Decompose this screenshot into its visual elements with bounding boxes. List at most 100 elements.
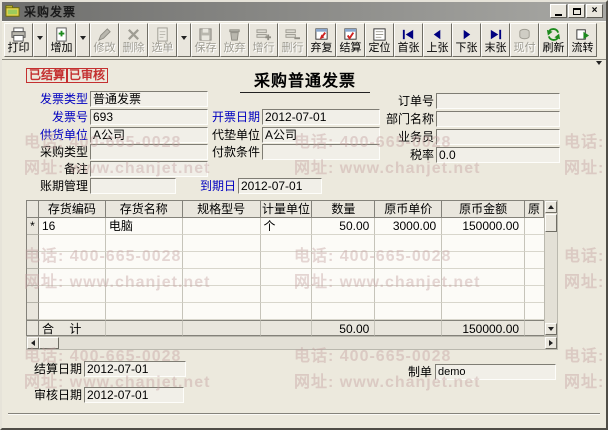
scroll-left-button[interactable] (27, 337, 39, 349)
remarks-field[interactable] (90, 161, 208, 177)
cash-pay-button[interactable]: 现付 (510, 23, 539, 57)
flow-button[interactable]: 流转 (568, 23, 597, 57)
last-record-button[interactable]: 末张 (481, 23, 510, 57)
modify-button[interactable]: 修改 (90, 23, 119, 57)
maker-field[interactable]: demo (435, 364, 556, 380)
empty-row[interactable] (27, 269, 545, 286)
settle-button[interactable]: 结算 (336, 23, 365, 57)
pencil-icon (98, 28, 111, 41)
select-order-button[interactable]: 选单 (148, 23, 177, 57)
chevron-down-icon (80, 36, 86, 43)
next-record-button[interactable]: 下张 (452, 23, 481, 57)
coins-icon (519, 28, 530, 40)
purchase-type-label: 采购类型 (39, 145, 88, 159)
col-price[interactable]: 原币单价 (375, 201, 443, 218)
cell-partial[interactable] (525, 218, 544, 235)
cell-amount[interactable]: 150000.00 (442, 218, 526, 235)
close-button[interactable]: × (586, 4, 603, 18)
toolbar-overflow-button[interactable] (594, 59, 604, 69)
invoice-date-field[interactable]: 2012-07-01 (262, 109, 380, 125)
cell-code[interactable]: 16 (38, 218, 106, 235)
col-unit[interactable]: 计量单位 (260, 201, 313, 218)
col-spec[interactable]: 规格型号 (182, 201, 261, 218)
settle-date-label: 结算日期 (33, 362, 82, 376)
locate-form-icon (373, 28, 386, 41)
title-bar[interactable]: 采购发票 × (2, 2, 606, 21)
invoice-date-label: 开票日期 (211, 110, 260, 124)
col-amount[interactable]: 原币金额 (442, 201, 526, 218)
cell-unit[interactable]: 个 (260, 218, 313, 235)
select-order-dropdown[interactable] (177, 23, 191, 57)
audited-stamp: 已审核 (66, 68, 109, 83)
settle-date-field[interactable]: 2012-07-01 (84, 361, 186, 377)
scroll-down-button[interactable] (545, 323, 557, 335)
first-record-button[interactable]: 首张 (394, 23, 423, 57)
empty-row[interactable] (27, 303, 545, 320)
scroll-right-button[interactable] (545, 337, 557, 349)
invoice-type-field[interactable]: 普通发票 (90, 91, 208, 107)
vertical-scrollbar[interactable] (544, 200, 558, 336)
prev-record-button[interactable]: 上张 (423, 23, 452, 57)
col-code[interactable]: 存货编码 (38, 201, 106, 218)
add-button[interactable]: 增加 (47, 23, 76, 57)
cancel-review-button[interactable]: 弃复 (307, 23, 336, 57)
row-plus-icon (256, 29, 271, 41)
cell-name[interactable]: 电脑 (105, 218, 183, 235)
arrow-right-icon (549, 340, 556, 346)
agent-unit-label: 代垫单位 (211, 128, 260, 142)
due-date-field[interactable]: 2012-07-01 (238, 178, 322, 194)
col-partial[interactable]: 原 (525, 201, 545, 218)
tax-rate-field[interactable]: 0.0 (436, 147, 560, 163)
maximize-button[interactable] (568, 4, 585, 18)
total-amount: 150000.00 (442, 320, 526, 336)
add-row-button[interactable]: 增行 (249, 23, 278, 57)
scroll-up-button[interactable] (545, 201, 557, 213)
next-icon (463, 29, 471, 40)
empty-row[interactable] (27, 235, 545, 252)
cell-price[interactable]: 3000.00 (375, 218, 443, 235)
invoice-no-field[interactable]: 693 (90, 109, 208, 125)
delete-button[interactable]: 删除 (119, 23, 148, 57)
audit-date-label: 审核日期 (33, 388, 82, 402)
payment-terms-field[interactable] (262, 144, 380, 160)
prev-icon (433, 29, 441, 40)
chevron-down-icon (596, 60, 602, 68)
department-field[interactable] (436, 111, 560, 127)
table-row[interactable]: * 16 电脑 个 50.00 3000.00 150000.00 (27, 218, 544, 235)
locate-button[interactable]: 定位 (365, 23, 394, 57)
salesman-field[interactable] (436, 129, 560, 145)
invoice-no-label: 发票号 (51, 110, 88, 124)
supplier-field[interactable]: A公司 (90, 127, 208, 143)
settled-stamp: 已结算 (26, 68, 69, 83)
row-indicator (27, 286, 39, 303)
delete-row-button[interactable]: 删行 (278, 23, 307, 57)
payment-terms-label: 付款条件 (211, 145, 260, 159)
empty-row[interactable] (27, 252, 545, 269)
floppy-icon (199, 28, 212, 41)
print-button[interactable]: 打印 (4, 23, 33, 57)
audit-date-field[interactable]: 2012-07-01 (84, 387, 184, 403)
purchase-type-field[interactable] (90, 144, 208, 160)
credit-period-field[interactable] (90, 178, 176, 194)
watermark: 电话: 400-665-0028网址: www.chanjet.net (564, 348, 606, 391)
cell-spec[interactable] (182, 218, 261, 235)
agent-unit-field[interactable]: A公司 (262, 127, 380, 143)
discard-button[interactable]: 放弃 (220, 23, 249, 57)
add-dropdown[interactable] (76, 23, 90, 57)
save-button[interactable]: 保存 (191, 23, 220, 57)
window-red-check-icon (344, 28, 357, 40)
order-no-field[interactable] (436, 93, 560, 109)
horizontal-scrollbar[interactable] (26, 336, 558, 350)
window-title: 采购发票 (24, 5, 77, 19)
add-doc-icon (56, 27, 67, 42)
arrow-down-icon (548, 327, 554, 334)
print-dropdown[interactable] (33, 23, 47, 57)
minimize-button[interactable] (550, 4, 567, 18)
empty-row[interactable] (27, 286, 545, 303)
vertical-scroll-thumb[interactable] (545, 214, 557, 232)
col-qty[interactable]: 数量 (312, 201, 376, 218)
col-name[interactable]: 存货名称 (105, 201, 183, 218)
cell-qty[interactable]: 50.00 (312, 218, 376, 235)
horizontal-scroll-thumb[interactable] (39, 337, 59, 349)
refresh-button[interactable]: 刷新 (539, 23, 568, 57)
